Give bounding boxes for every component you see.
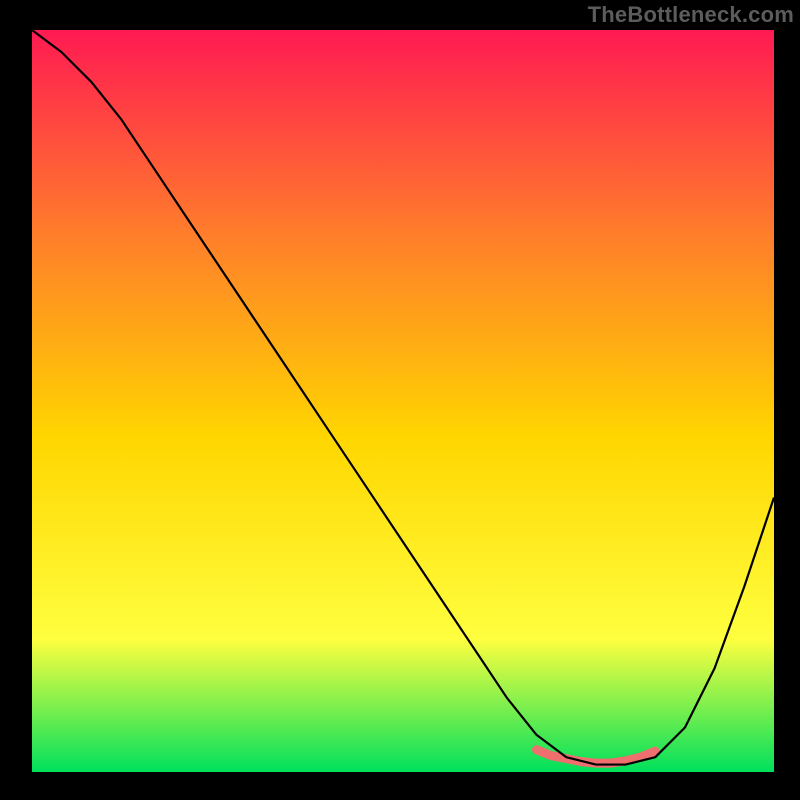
plot-area — [32, 30, 774, 772]
watermark-text: TheBottleneck.com — [588, 2, 794, 28]
chart-svg — [32, 30, 774, 772]
chart-container: TheBottleneck.com — [0, 0, 800, 800]
gradient-background — [32, 30, 774, 772]
